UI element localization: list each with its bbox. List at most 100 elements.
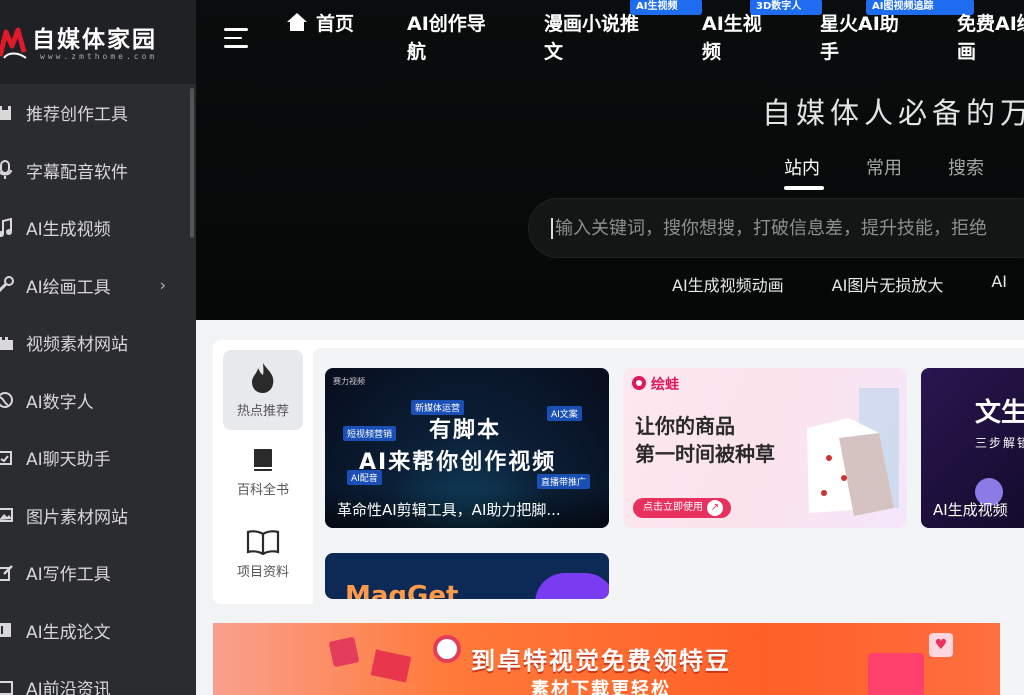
card-ai-video-editor[interactable]: 赛力视频 新媒体运营 AI文案 短视频营销 AI配音 直播带推广 有脚本 AI来… [325,368,609,528]
tab-encyclopedia[interactable]: 百科全书 [223,432,303,512]
menu-toggle-icon[interactable] [224,28,248,48]
nav-item-label: 首页 [316,13,355,35]
bookmark-icon [0,102,16,124]
product-image [807,388,899,516]
tab-project-materials[interactable]: 项目资料 [223,514,303,594]
card-headline: 第一时间被种草 [635,442,775,466]
decorative-shape [535,573,609,599]
sidebar-item-ai-writing[interactable]: AI写作工具 [0,544,196,602]
sidebar-item-label: 字幕配音软件 [26,162,128,183]
card-headline: 有脚本 [429,418,502,443]
alarm-clock-icon [433,635,461,663]
brush-icon [0,274,16,296]
card-huiwa[interactable]: 绘蛙 让你的商品 第一时间被种草 点击立即使用 ↗ [623,368,907,528]
banner-subtitle: 素材下载更轻松 [531,679,671,695]
sidebar-item-label: 视频素材网站 [26,335,128,356]
heart-icon: ♥ [929,633,953,657]
nav-item-label: 漫画小说推文 [544,13,640,63]
nav-item-label: 免费AI绘画 [957,13,1024,63]
microphone-icon [0,159,16,181]
edit-icon [0,562,16,584]
chevron-right-icon[interactable]: › [160,276,166,295]
sidebar-item-label: AI数字人 [26,392,94,413]
image-icon [0,504,16,526]
nav-item-ai-video[interactable]: 3D数字人 AI生视频 [702,0,822,66]
sidebar-item-image-assets[interactable]: 图片素材网站 [0,487,196,545]
card-headline: AI来帮你创作视频 [359,450,557,475]
banner-title: 到卓特视觉免费领特豆 [471,647,731,675]
gift-icon [328,636,360,668]
nav-item-spark-assistant[interactable]: AI图视频追踪 星火AI助手 [820,0,974,66]
sidebar-item-digital-human[interactable]: AI数字人 [0,372,196,430]
hot-link[interactable]: AI [991,272,1007,296]
brand-logo-icon [0,27,27,59]
card-headline: 文生 [975,398,1024,428]
search-tab-search[interactable]: 搜索 [948,154,984,180]
nav-item-free-ai-painting[interactable]: 免费AI绘画 [957,10,1024,66]
card-tag: AI文案 [547,406,582,421]
card-tag: 直播带推广 [537,474,591,489]
tab-label: 百科全书 [236,482,289,498]
sidebar-item-ai-chat[interactable]: AI聊天助手 [0,429,196,487]
nav-badge: AI生视频 [630,0,702,15]
sidebar-item-label: AI前沿资讯 [26,680,111,695]
card-partial[interactable]: MagGet [325,553,609,599]
hot-search-links: AI生成视频动画 AI图片无损放大 AI [672,272,1007,296]
nav-item-label: 星火AI助手 [820,13,899,63]
sidebar-menu: 推荐创作工具 字幕配音软件 AI生成视频 AI绘画工具 › 视频素材网站 AI数… [0,84,196,695]
brand-domain: www.zmthome.com [40,52,158,61]
tab-hot-recommend[interactable]: 热点推荐 [223,350,303,430]
nav-badge: 3D数字人 [750,0,822,15]
card-grid: 赛力视频 新媒体运营 AI文案 短视频营销 AI配音 直播带推广 有脚本 AI来… [313,348,1024,604]
sidebar-item-label: 图片素材网站 [26,507,128,528]
nav-item-home[interactable]: 首页 [286,10,356,38]
search-tab-common[interactable]: 常用 [866,154,902,180]
card-brand: 绘蛙 [651,377,679,393]
search-tab-site[interactable]: 站内 [784,154,824,190]
book-icon [254,448,272,471]
nav-item-ai-navigation[interactable]: AI创作导航 [407,10,503,66]
card-tag: 短视频营销 [343,426,397,441]
sidebar-item-recommended-tools[interactable]: 推荐创作工具 [0,84,196,142]
search-box [528,198,1024,258]
huiwa-logo-icon [632,376,646,390]
nav-item-label: AI创作导航 [407,13,486,63]
sidebar-item-ai-papers[interactable]: AI生成论文 [0,602,196,660]
content-panel: 热点推荐 百科全书 项目资料 赛力视频 新媒体运营 AI文案 短视频营销 AI配… [213,340,1024,604]
card-text-to-video[interactable]: 文生 三步解锁 AI生成视频 [921,368,1024,528]
sidebar-item-label: AI写作工具 [26,565,111,586]
hero-slogan: 自媒体人必备的万 [762,96,1024,130]
sidebar-item-label: AI生成论文 [26,622,111,643]
sidebar-item-ai-news[interactable]: AI前沿资讯 [0,659,196,695]
open-book-icon [246,529,280,555]
red-envelope-icon [370,649,412,683]
news-icon [0,677,16,695]
arrow-upright-icon: ↗ [707,500,723,516]
sidebar-item-label: AI聊天助手 [26,450,111,471]
card-partial-text: MagGet [345,581,459,599]
promo-banner[interactable]: ♥ 到卓特视觉免费领特豆 素材下载更轻松 [213,623,1000,695]
search-input[interactable] [551,217,1024,239]
sidebar-item-subtitle-dubbing[interactable]: 字幕配音软件 [0,142,196,200]
chat-icon [0,447,16,469]
card-caption: AI生成视频 [933,501,1008,519]
sidebar-item-label: AI生成视频 [26,220,111,241]
sidebar-item-label: AI绘画工具 [26,277,111,298]
card-headline: 让你的商品 [635,414,735,438]
sidebar-item-video-assets[interactable]: 视频素材网站 [0,314,196,372]
sidebar-item-ai-painting[interactable]: AI绘画工具 › [0,257,196,315]
hot-link[interactable]: AI图片无损放大 [832,272,944,296]
hot-link[interactable]: AI生成视频动画 [672,272,784,296]
logo[interactable]: 自媒体家园 www.zmthome.com [0,0,196,84]
home-icon [287,13,307,31]
panel-tabs: 热点推荐 百科全书 项目资料 [223,350,303,596]
card-brand: 赛力视频 [333,377,365,386]
gift-box-icon [868,653,924,695]
sidebar-item-ai-video[interactable]: AI生成视频 [0,199,196,257]
film-icon [0,332,16,354]
nav-item-comic-novel[interactable]: AI生视频 漫画小说推文 [544,0,702,66]
tab-label: 项目资料 [236,564,289,580]
nav-item-label: AI生视频 [702,13,762,63]
flame-icon [252,362,274,393]
card-subheadline: 三步解锁 [975,436,1024,450]
